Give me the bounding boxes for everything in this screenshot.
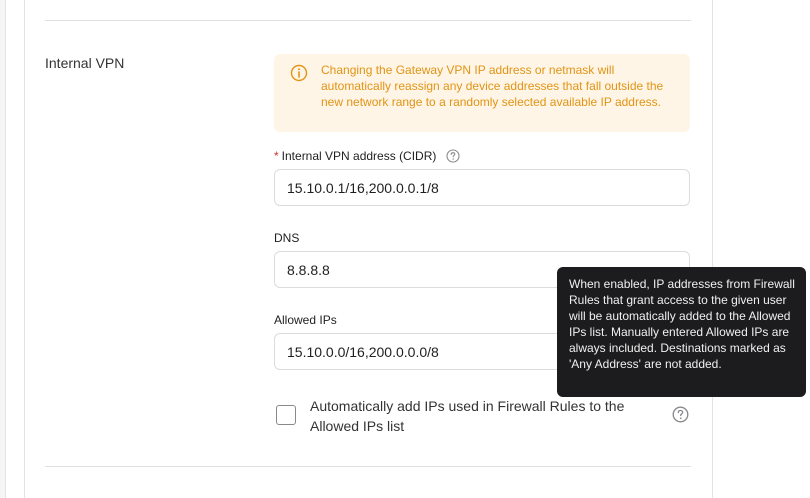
info-icon (290, 64, 308, 82)
section-title: Internal VPN (45, 55, 125, 71)
section-divider (45, 20, 691, 21)
section-divider (45, 466, 691, 467)
internal-vpn-address-label-text: Internal VPN address (CIDR) (281, 149, 437, 163)
internal-vpn-address-label: * Internal VPN address (CIDR) (274, 149, 460, 163)
auto-add-firewall-ips-checkbox[interactable] (276, 405, 296, 425)
warning-text: Changing the Gateway VPN IP address or n… (321, 63, 664, 109)
allowed-ips-label: Allowed IPs (274, 313, 337, 327)
auto-add-firewall-ips-label[interactable]: Automatically add IPs used in Firewall R… (310, 396, 660, 436)
required-marker: * (274, 149, 279, 163)
warning-alert: Changing the Gateway VPN IP address or n… (274, 54, 690, 132)
dns-label: DNS (274, 231, 300, 245)
internal-vpn-address-input[interactable] (274, 169, 690, 206)
help-tooltip: When enabled, IP addresses from Firewall… (557, 267, 806, 397)
help-icon[interactable] (672, 406, 689, 423)
help-icon[interactable] (446, 149, 460, 163)
